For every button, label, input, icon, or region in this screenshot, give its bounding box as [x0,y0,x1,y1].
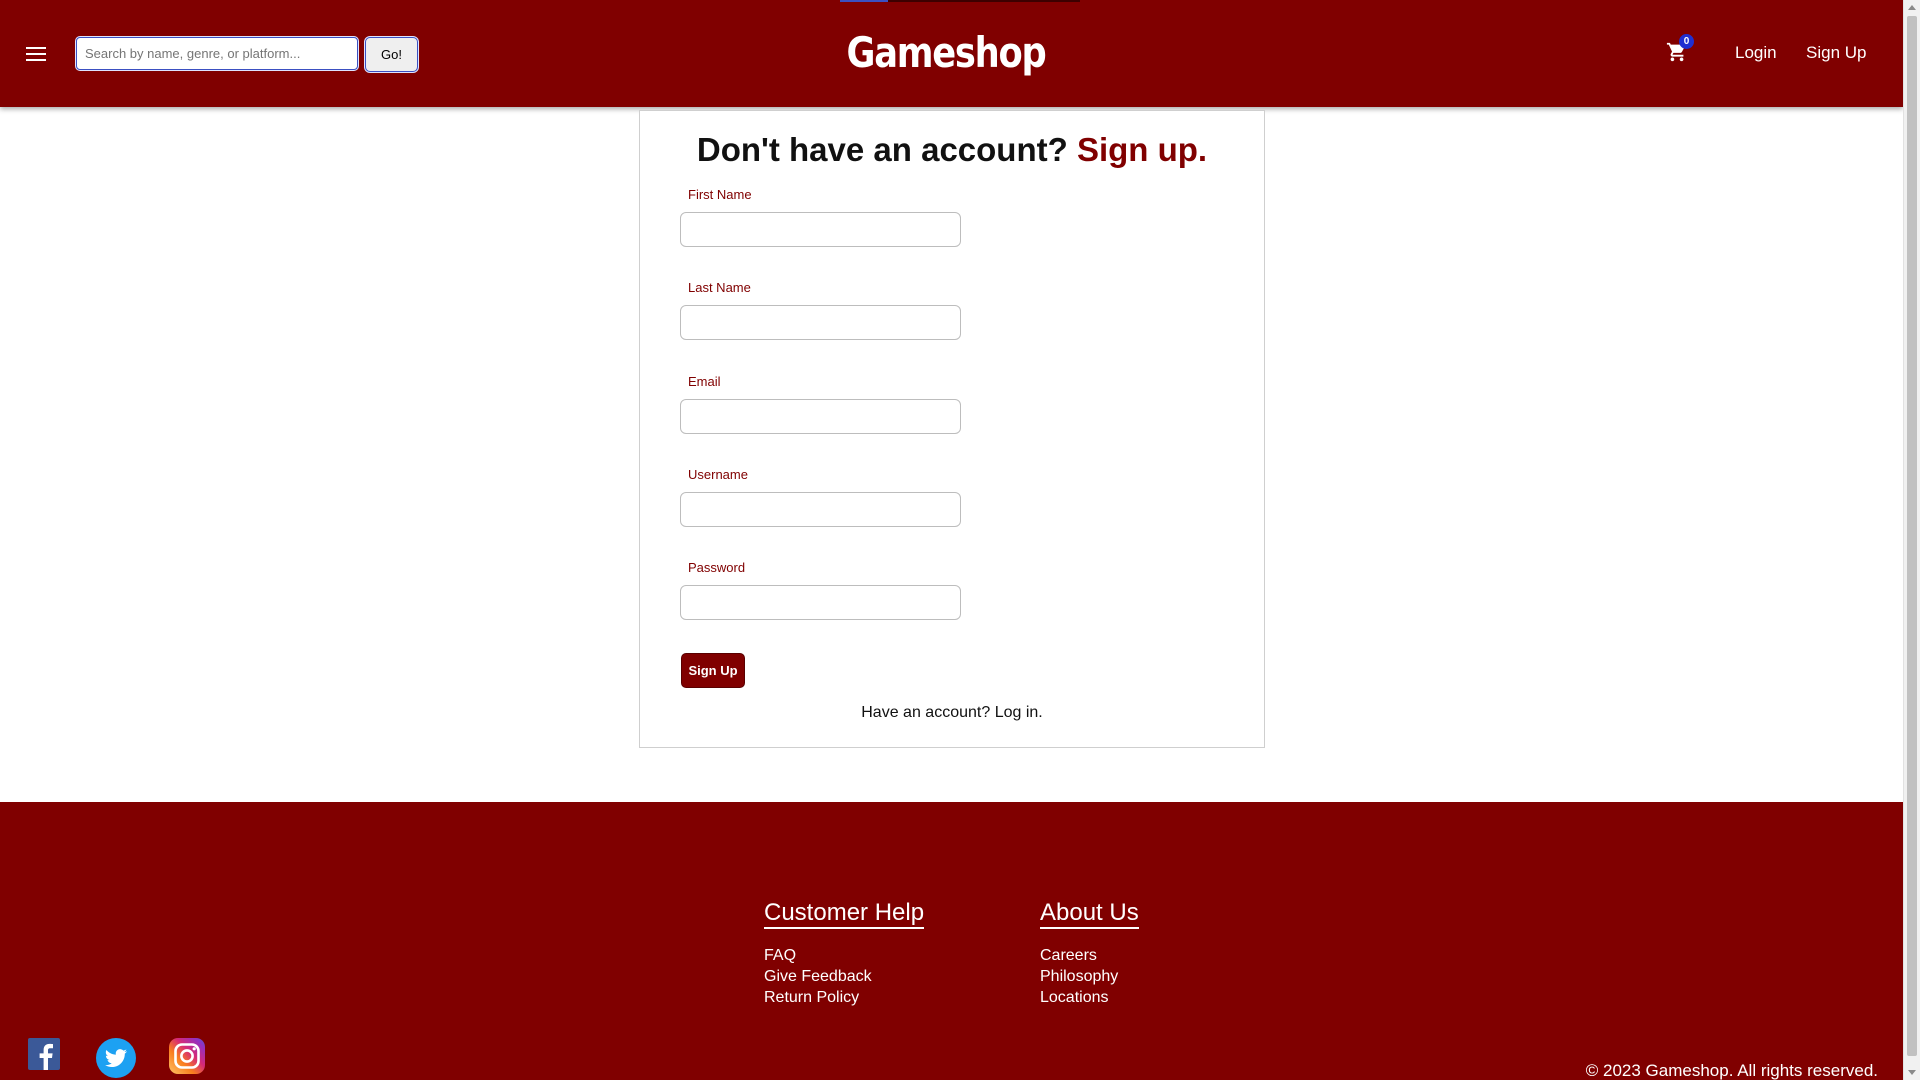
page: Go! Gameshop 0 Login Sign Up Don't have … [0,0,1903,1080]
facebook-icon[interactable] [28,1038,60,1070]
email-label: Email [688,374,721,389]
cart-count-badge: 0 [1679,34,1694,49]
login-inline-link[interactable]: Log in [995,704,1039,721]
customer-help-heading: Customer Help [764,900,925,929]
give-feedback-link[interactable]: Give Feedback [764,966,924,987]
heading-accent: Sign up. [1076,131,1208,168]
signup-link[interactable]: Sign Up [1806,43,1866,63]
login-prompt-period: . [1038,704,1043,721]
scrollbar-thumb[interactable] [1907,16,1917,1056]
customer-help-column: Customer Help FAQ Give Feedback Return P… [764,900,925,1008]
site-logo[interactable]: Gameshop [151,28,1740,77]
locations-link[interactable]: Locations [1040,987,1139,1008]
login-prompt-text: Have an account? [861,704,991,721]
instagram-icon[interactable] [169,1038,205,1074]
return-policy-link[interactable]: Return Policy [764,987,924,1008]
about-us-column: About Us Careers Philosophy Locations [1040,900,1139,1008]
about-us-heading: About Us [1040,900,1139,929]
email-field[interactable] [680,399,961,434]
signup-card: Don't have an account? Sign up. First Na… [639,110,1265,748]
login-prompt: Have an account? Log in. [640,704,1264,722]
copyright-text: © 2023 Gameshop. All rights reserved. [1585,1061,1878,1080]
scroll-down-arrow-icon[interactable] [1908,1070,1916,1075]
site-footer: Customer Help FAQ Give Feedback Return P… [0,802,1903,1080]
top-progress-active [840,0,888,2]
username-field[interactable] [680,492,961,527]
hamburger-menu-icon[interactable] [26,47,46,61]
scroll-up-arrow-icon[interactable] [1908,5,1916,10]
password-label: Password [688,560,746,575]
heading-text: Don't have an account? [696,131,1068,168]
first-name-label: First Name [688,187,752,202]
faq-link[interactable]: FAQ [764,945,924,966]
careers-link[interactable]: Careers [1040,945,1139,966]
last-name-label: Last Name [688,280,751,295]
signup-heading: Don't have an account? Sign up. [640,131,1264,169]
username-label: Username [688,467,748,482]
philosophy-link[interactable]: Philosophy [1040,966,1139,987]
first-name-field[interactable] [680,212,961,247]
vertical-scrollbar[interactable] [1903,0,1920,1080]
top-progress-indicator [840,0,1080,2]
last-name-field[interactable] [680,305,961,340]
signup-submit-button[interactable]: Sign Up [681,653,745,688]
login-link[interactable]: Login [1735,43,1777,63]
twitter-icon[interactable] [96,1038,136,1078]
site-header: Go! Gameshop 0 Login Sign Up [0,0,1903,107]
password-field[interactable] [680,585,961,620]
cart-button[interactable]: 0 [1666,34,1694,66]
